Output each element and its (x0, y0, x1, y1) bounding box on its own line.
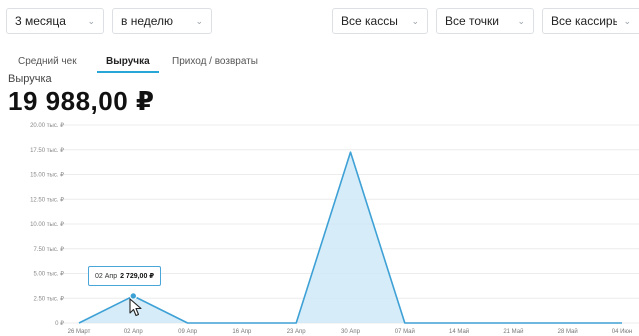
tooltip-date: 02 Апр (95, 272, 118, 280)
y-axis-ticks: 0 ₽ 2.50 тыс. ₽ 5.00 тыс. ₽ 7.50 тыс. ₽ 10.0… (30, 122, 64, 327)
x-tick-label: 14 Май (449, 328, 469, 335)
chart-area-layer (78, 151, 622, 324)
x-tick-label: 30 Апр (341, 329, 361, 335)
x-tick-label: 16 Апр (232, 329, 252, 335)
y-tick-label: 7.50 тыс. ₽ (33, 246, 64, 253)
x-tick-label: 07 Май (395, 328, 415, 335)
tooltip-value: 2 729,00 ₽ (120, 273, 155, 280)
x-tick-label: 21 Май (503, 328, 523, 335)
x-tick-label: 26 Март (68, 329, 91, 335)
x-tick-label: 23 Апр (287, 329, 307, 335)
chart-tooltip: 02 Апр 2 729,00 ₽ (88, 266, 162, 286)
y-tick-label: 5.00 тыс. ₽ (33, 271, 64, 278)
y-tick-label: 17.50 тыс. ₽ (30, 147, 64, 154)
y-tick-label: 2.50 тыс. ₽ (33, 295, 64, 302)
revenue-area (79, 152, 622, 323)
y-tick-label: 12.50 тыс. ₽ (30, 196, 64, 203)
y-tick-label: 15.00 тыс. ₽ (30, 172, 64, 179)
x-tick-label: 09 Апр (178, 329, 198, 335)
x-tick-label: 28 Май (558, 328, 578, 335)
y-tick-label: 20.00 тыс. ₽ (30, 122, 64, 129)
y-tick-label: 10.00 тыс. ₽ (30, 221, 64, 228)
x-tick-label: 04 Июн (612, 329, 632, 335)
mouse-cursor-icon (129, 298, 142, 317)
x-tick-label: 02 Апр (124, 329, 144, 335)
x-axis-ticks: 26 Март 02 Апр 09 Апр 16 Апр 23 Апр 30 Апр 07 … (68, 328, 633, 335)
y-tick-label: 0 ₽ (55, 320, 64, 327)
